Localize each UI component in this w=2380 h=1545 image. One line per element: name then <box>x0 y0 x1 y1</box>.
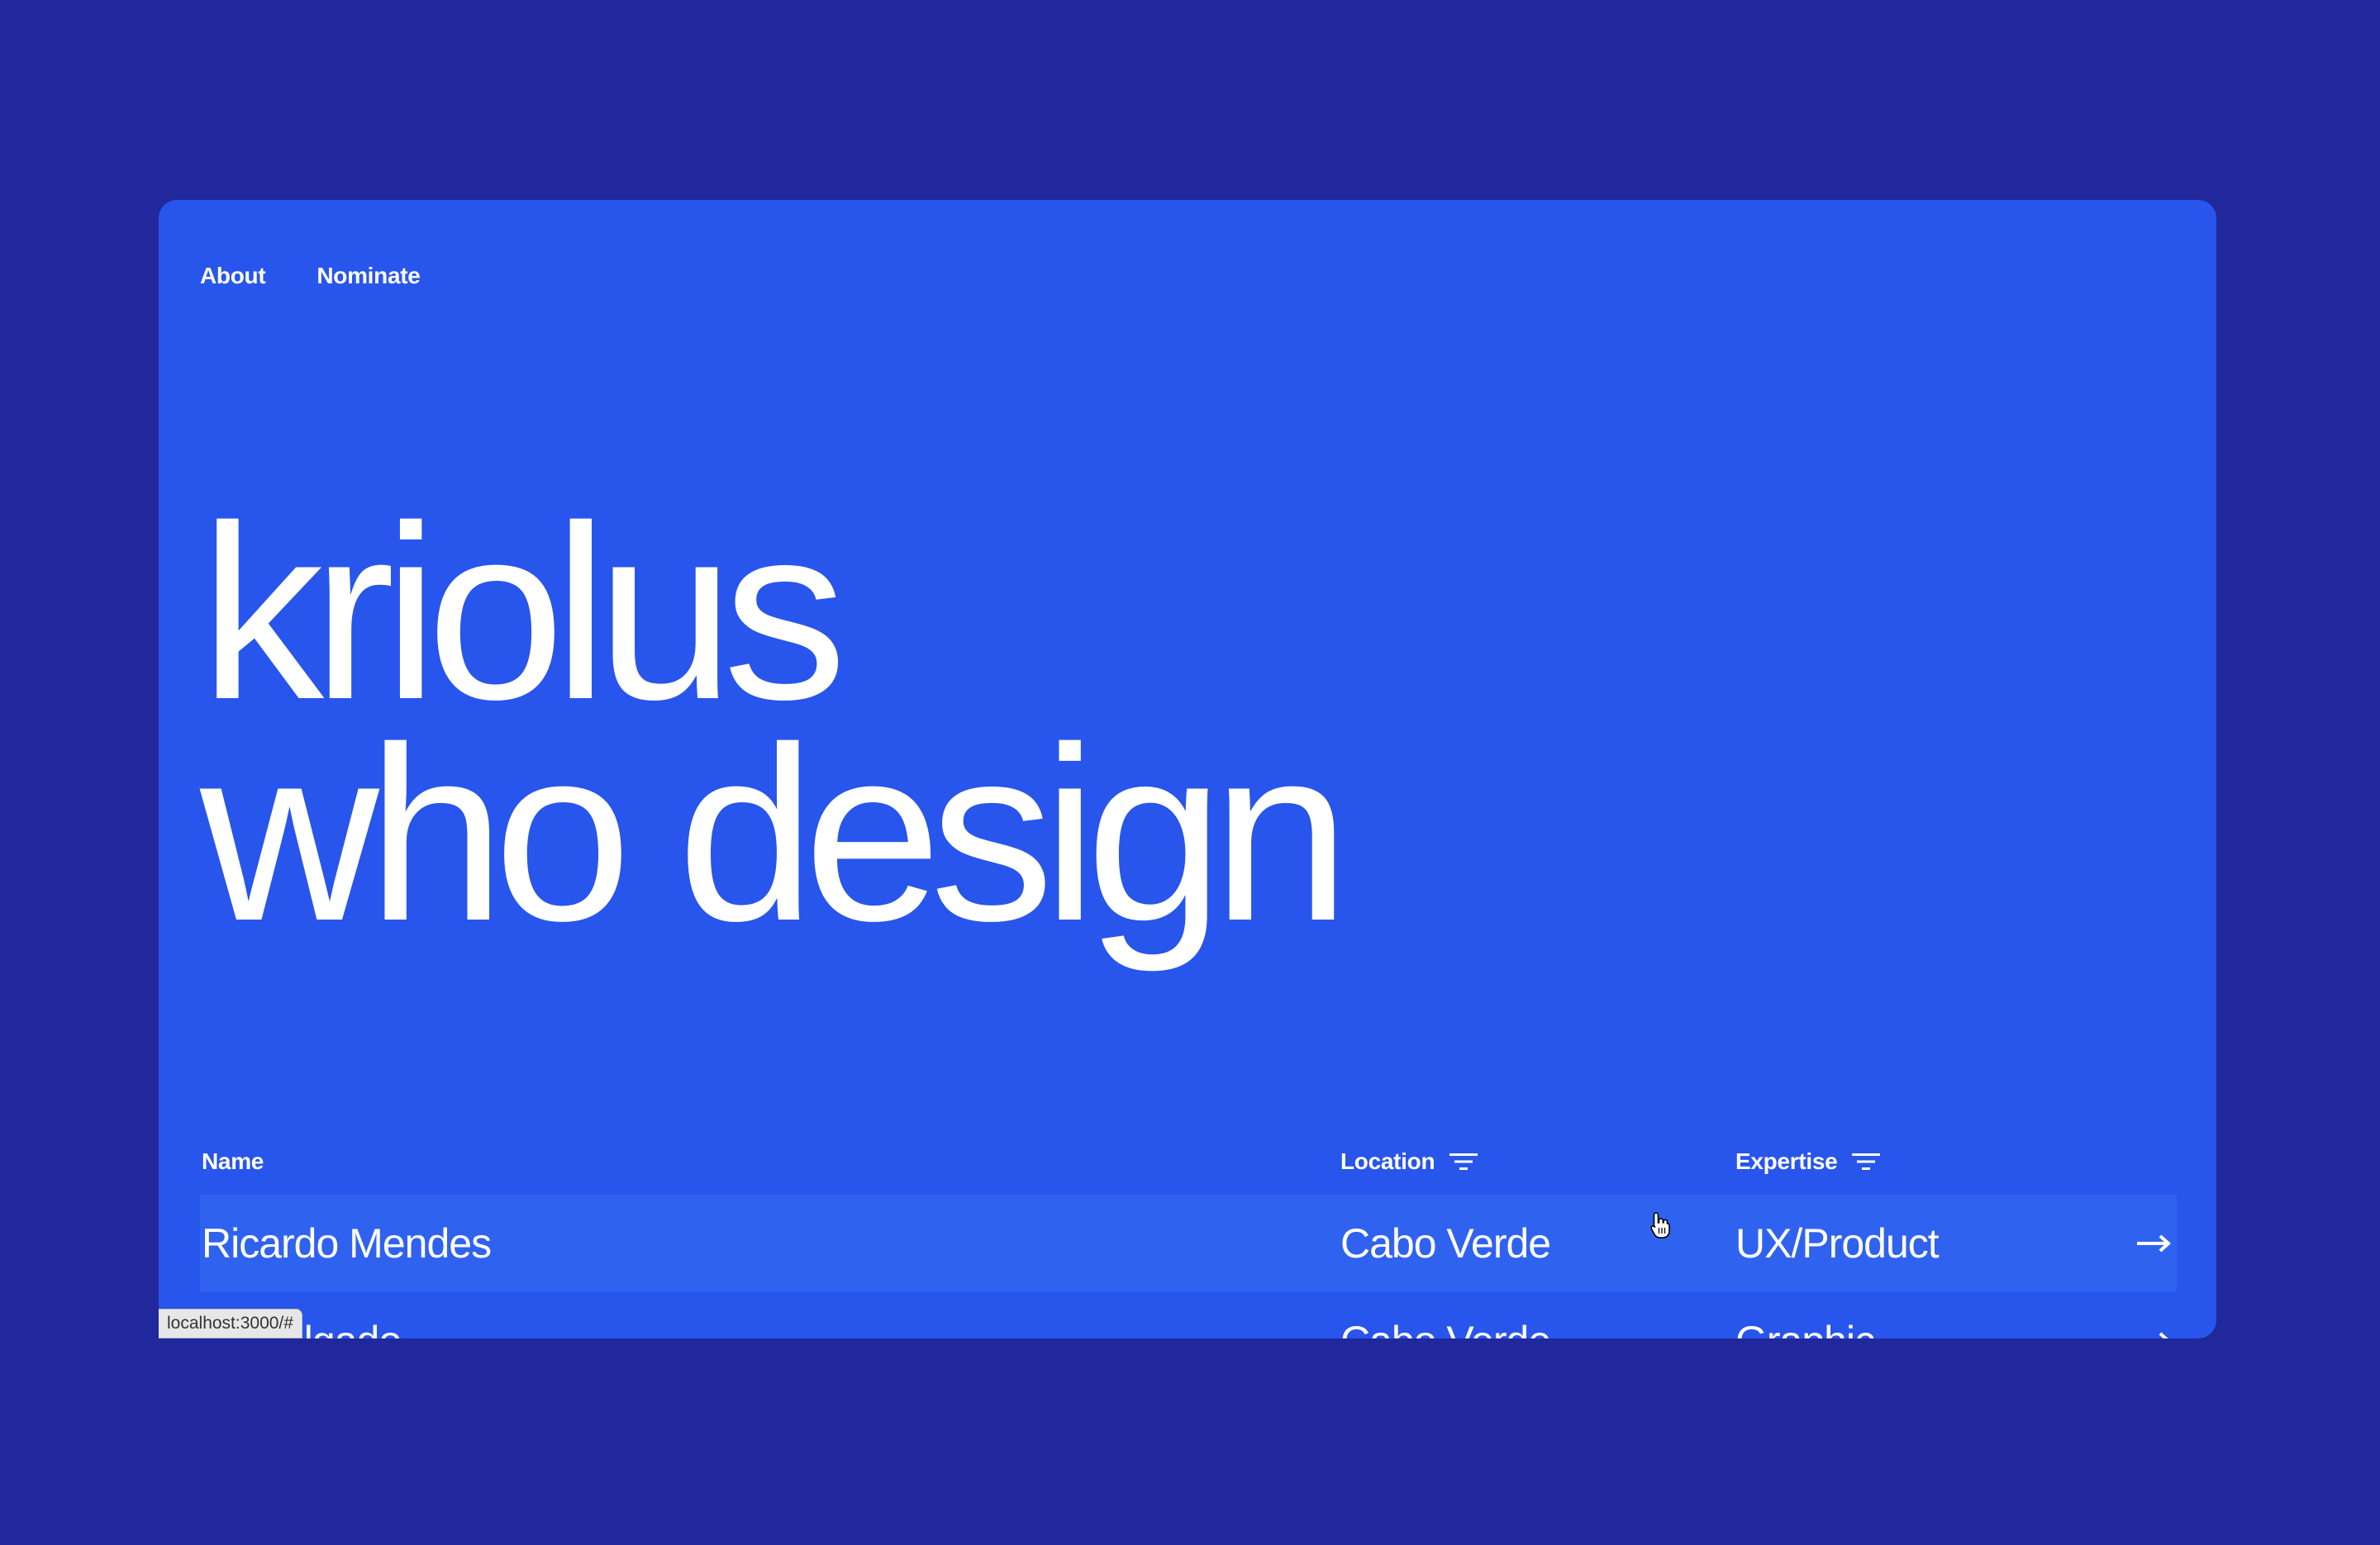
table-row[interactable]: … Delgado Cabo Verde Graphic <box>200 1292 2177 1338</box>
cell-location: Cabo Verde <box>1340 1292 1551 1338</box>
column-label-expertise: Expertise <box>1735 1148 1838 1174</box>
arrow-right-icon[interactable] <box>2135 1195 2172 1292</box>
hero-line-2: who design <box>200 695 1350 972</box>
nav-link-nominate[interactable]: Nominate <box>317 263 420 289</box>
column-label-name: Name <box>202 1148 264 1174</box>
table-header: Name Location Expertise <box>200 1145 2177 1178</box>
table-row[interactable]: Ricardo Mendes Cabo Verde UX/Product <box>200 1195 2177 1292</box>
hero-line-1: kriolus <box>200 473 847 751</box>
cell-location: Cabo Verde <box>1340 1220 1551 1267</box>
column-header-name: Name <box>202 1145 264 1178</box>
cell-expertise: UX/Product <box>1735 1220 1940 1267</box>
hero-heading: kriolus who design <box>200 473 1350 972</box>
location-filter-icon[interactable] <box>1449 1152 1478 1172</box>
expertise-filter-icon[interactable] <box>1852 1152 1881 1172</box>
cell-name: Ricardo Mendes <box>202 1220 492 1267</box>
nav-link-about[interactable]: About <box>200 263 266 289</box>
browser-status-bar: localhost:3000/# <box>159 1309 302 1338</box>
main-card: About Nominate kriolus who design Name L… <box>159 200 2216 1338</box>
column-header-expertise[interactable]: Expertise <box>1735 1145 1881 1178</box>
arrow-right-icon[interactable] <box>2135 1292 2172 1338</box>
hand-pointer-cursor-icon <box>1650 1212 1670 1238</box>
column-label-location: Location <box>1340 1148 1435 1174</box>
top-nav: About Nominate <box>200 263 421 289</box>
column-header-location[interactable]: Location <box>1340 1145 1478 1178</box>
cell-expertise: Graphic <box>1735 1292 1875 1338</box>
